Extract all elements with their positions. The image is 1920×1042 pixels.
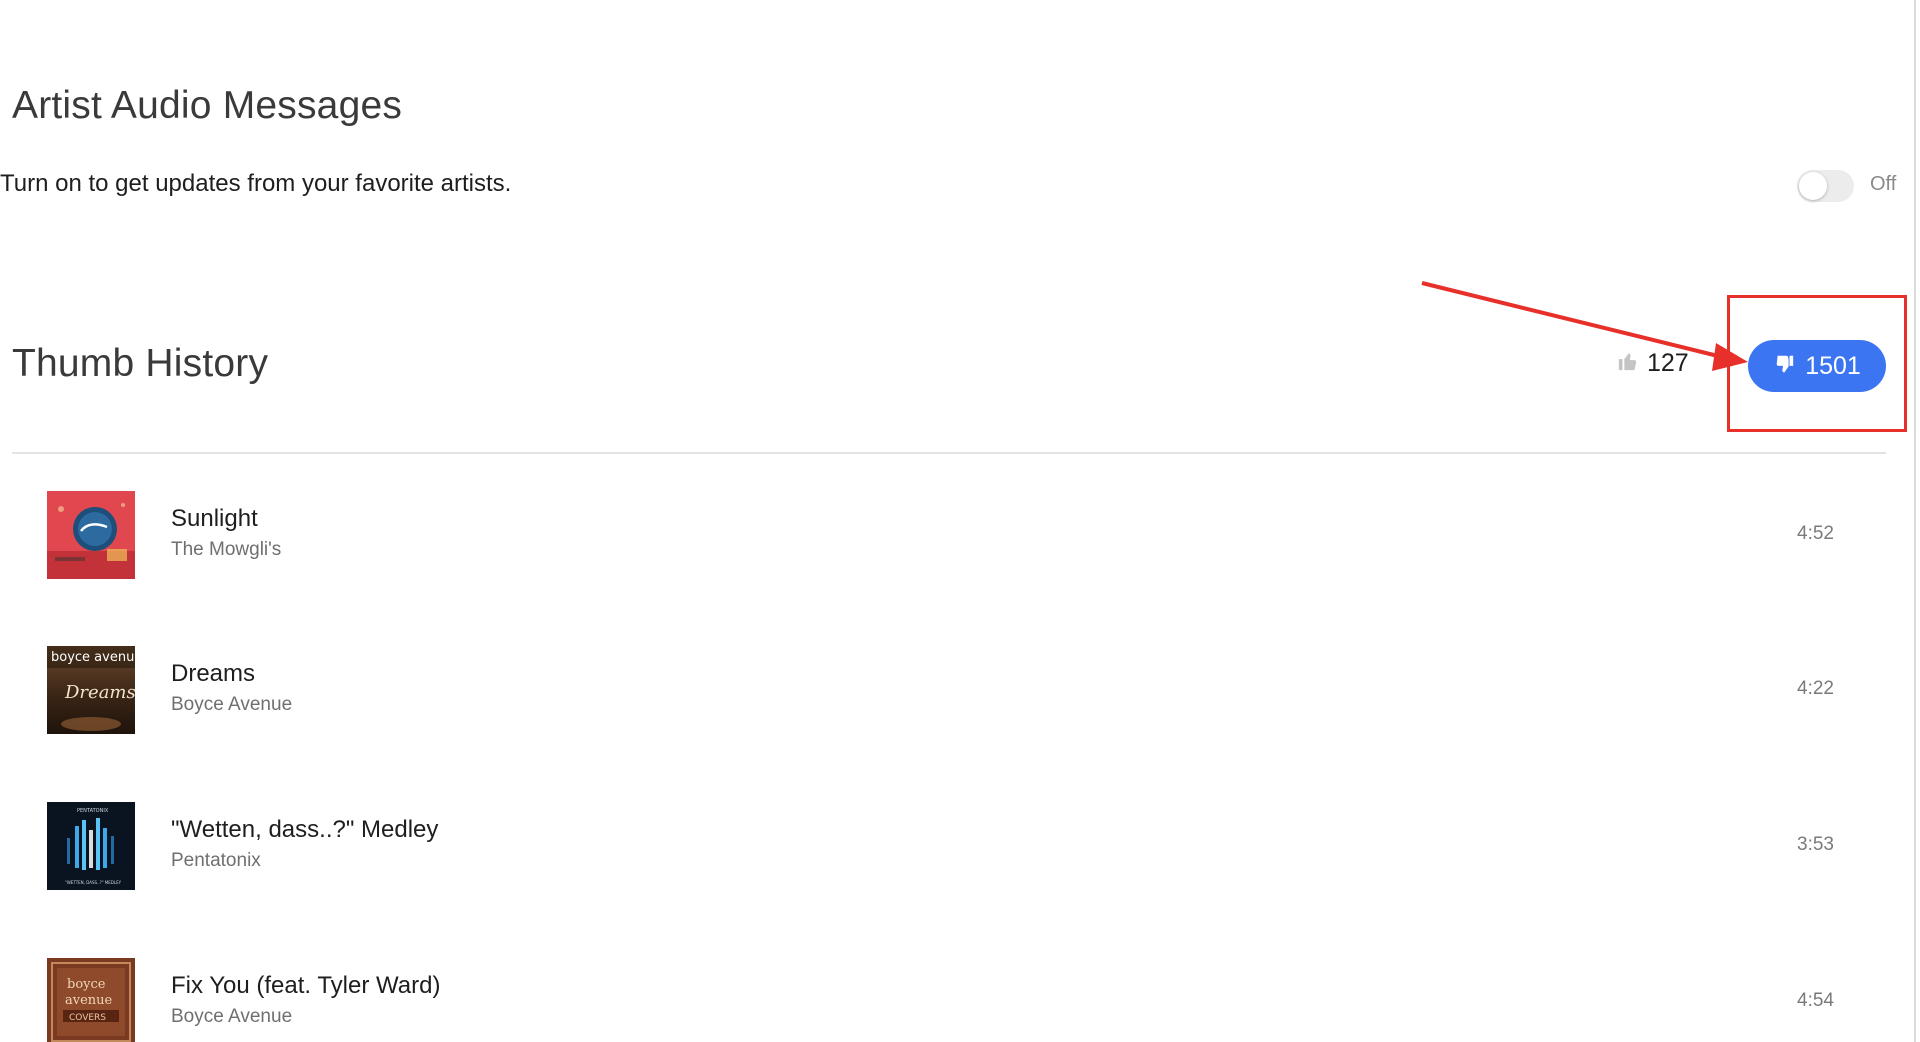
track-duration: 4:54 <box>1797 990 1834 1011</box>
svg-text:Dreams: Dreams <box>64 682 135 703</box>
track-duration: 4:52 <box>1797 523 1834 544</box>
track-title: "Wetten, dass..?" Medley <box>171 816 439 843</box>
album-art-sunlight-icon <box>47 491 135 579</box>
track-title: Fix You (feat. Tyler Ward) <box>171 972 441 999</box>
svg-text:avenue: avenue <box>65 993 113 1008</box>
svg-text:COVERS: COVERS <box>69 1013 106 1023</box>
svg-text:"WETTEN, DASS..?" MEDLEY: "WETTEN, DASS..?" MEDLEY <box>65 880 122 885</box>
artist-audio-messages-toggle[interactable] <box>1797 170 1854 202</box>
toggle-state-label: Off <box>1870 173 1897 195</box>
track-title: Sunlight <box>171 505 258 532</box>
annotation-highlight-box <box>1727 295 1907 432</box>
track-artist: The Mowgli's <box>171 539 282 560</box>
track-artist: Boyce Avenue <box>171 1006 293 1027</box>
svg-text:PENTATONIX: PENTATONIX <box>77 808 109 814</box>
thumbs-up-icon <box>1617 350 1639 377</box>
track-duration: 3:53 <box>1797 834 1834 855</box>
album-art-dreams-icon: boyce avenue Dreams <box>47 646 135 734</box>
album-art-fix-you-icon: boyce avenue COVERS <box>47 958 135 1042</box>
artist-audio-messages-description: Turn on to get updates from your favorit… <box>0 170 512 197</box>
toggle-knob <box>1799 172 1827 200</box>
track-row[interactable]: boyce avenue COVERS Fix You (feat. Tyler… <box>0 958 1914 1042</box>
section-divider <box>12 452 1886 454</box>
track-row[interactable]: boyce avenue Dreams Dreams Boyce Avenue … <box>0 646 1914 746</box>
artist-audio-messages-title: Artist Audio Messages <box>12 84 403 127</box>
track-artist: Pentatonix <box>171 850 261 871</box>
scrollbar-edge <box>1914 0 1916 1042</box>
svg-text:boyce: boyce <box>67 977 106 992</box>
album-art-wetten-dass-medley-icon: PENTATONIX "WETTEN, DASS..?" MEDLEY <box>47 802 135 890</box>
track-duration: 4:22 <box>1797 678 1834 699</box>
track-row[interactable]: Sunlight The Mowgli's 4:52 <box>0 491 1914 591</box>
svg-text:boyce avenue: boyce avenue <box>51 650 135 665</box>
track-artist: Boyce Avenue <box>171 694 293 715</box>
thumbs-up-count-value: 127 <box>1647 348 1689 377</box>
thumb-history-title: Thumb History <box>12 342 269 385</box>
page: Artist Audio Messages Turn on to get upd… <box>0 0 1920 1042</box>
track-title: Dreams <box>171 660 256 687</box>
thumbs-up-filter[interactable]: 127 <box>1617 347 1689 379</box>
track-row[interactable]: PENTATONIX "WETTEN, DASS..?" MEDLEY "Wet… <box>0 802 1914 902</box>
